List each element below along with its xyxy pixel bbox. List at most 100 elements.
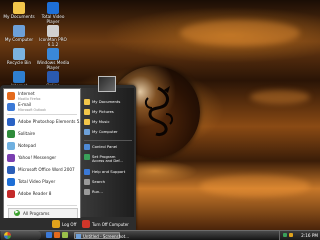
start-menu-recent-item[interactable]: Microsoft Office Word 2007 bbox=[6, 165, 78, 175]
start-menu-footer: Log Off Turn Off Computer bbox=[0, 218, 136, 230]
cloud bbox=[200, 175, 310, 197]
start-menu-separator bbox=[7, 205, 77, 206]
run-icon bbox=[84, 189, 90, 195]
video-player-icon bbox=[47, 2, 59, 14]
word-icon bbox=[7, 166, 15, 174]
desktop-icon-label: Player bbox=[46, 18, 60, 24]
pinned-item-sublabel: Mozilla Firefox bbox=[18, 96, 41, 101]
online-services-icon bbox=[47, 71, 59, 83]
start-menu-right-pane: My Documents My Pictures My Music My Com… bbox=[81, 88, 134, 217]
right-item-label: Run... bbox=[92, 189, 103, 194]
folder-icon bbox=[84, 109, 90, 115]
recent-item-label: Solitaire bbox=[18, 131, 36, 136]
yahoo-messenger-icon bbox=[7, 154, 15, 162]
desktop-icon-my-computer[interactable]: My Computer bbox=[2, 25, 36, 43]
right-item-my-pictures[interactable]: My Pictures bbox=[83, 108, 133, 117]
desktop-icon-my-documents[interactable]: My Documents bbox=[2, 2, 36, 20]
taskbar: Untitled - Screenshot... 2:16 PM bbox=[0, 230, 320, 240]
start-menu-left-pane: Internet Mozilla Firefox E-mail Microsof… bbox=[3, 88, 83, 219]
internet-explorer-icon bbox=[13, 71, 25, 83]
desktop-icon-label: Recycle Bin bbox=[6, 60, 32, 65]
media-player-icon bbox=[47, 48, 59, 60]
desktop-icon-total-video-player[interactable]: Total Video Player bbox=[36, 2, 70, 25]
all-programs-label: All Programs bbox=[23, 211, 50, 216]
desktop-icon-label: 6.1.2 bbox=[47, 41, 59, 47]
recent-item-label: Notepad bbox=[18, 143, 36, 148]
desktop-icon-label: My Documents bbox=[3, 14, 35, 19]
right-item-label: My Music bbox=[92, 119, 110, 124]
desktop-icon-label: My Computer bbox=[4, 37, 34, 42]
right-item-label: My Documents bbox=[92, 99, 121, 104]
help-icon bbox=[84, 169, 90, 175]
right-item-run[interactable]: Run... bbox=[83, 188, 133, 197]
start-menu-pinned-email[interactable]: E-mail Microsoft Outlook bbox=[6, 102, 78, 112]
cloud bbox=[250, 90, 310, 104]
quick-launch-ie-icon[interactable] bbox=[46, 232, 52, 238]
start-menu-pinned-internet[interactable]: Internet Mozilla Firefox bbox=[6, 91, 78, 101]
start-menu-recent-item[interactable]: Adobe Photoshop Elements 5.0 bbox=[6, 117, 83, 127]
window-icon bbox=[76, 233, 81, 239]
notepad-icon bbox=[7, 142, 15, 150]
log-off-icon bbox=[52, 220, 60, 228]
start-button[interactable] bbox=[1, 231, 41, 240]
iconman-icon bbox=[47, 25, 59, 37]
tray-volume-icon[interactable] bbox=[289, 233, 293, 237]
start-menu-recent-item[interactable]: Notepad bbox=[6, 141, 78, 151]
photoshop-elements-icon bbox=[7, 118, 15, 126]
folder-icon bbox=[13, 2, 25, 14]
right-item-my-computer[interactable]: My Computer bbox=[83, 128, 133, 137]
desktop-icon-recycle-bin[interactable]: Recycle Bin bbox=[2, 48, 36, 66]
right-item-label: My Computer bbox=[92, 129, 118, 134]
log-off-label: Log Off bbox=[62, 222, 77, 227]
video-player-icon bbox=[7, 178, 15, 186]
taskbar-window-label: Untitled - Screenshot... bbox=[83, 233, 130, 239]
desktop-icon-iconman[interactable]: IconMan PRO 6.1.2 bbox=[36, 25, 70, 48]
turn-off-label: Turn Off Computer bbox=[92, 222, 129, 227]
recent-item-label: Total Video Player bbox=[18, 179, 56, 184]
right-item-set-program-access[interactable]: Set Program Access and Def... bbox=[83, 153, 133, 165]
desktop-icon-label: Player bbox=[46, 64, 60, 70]
quick-launch-firefox-icon[interactable] bbox=[54, 232, 60, 238]
clock[interactable]: 2:16 PM bbox=[301, 233, 318, 238]
pinned-item-sublabel: Microsoft Outlook bbox=[18, 107, 46, 112]
dragon-icon bbox=[144, 86, 174, 136]
recycle-bin-icon bbox=[13, 48, 25, 60]
right-item-help-and-support[interactable]: Help and Support bbox=[83, 168, 133, 177]
search-icon bbox=[84, 179, 90, 185]
log-off-button[interactable]: Log Off bbox=[52, 220, 78, 228]
adobe-reader-icon bbox=[7, 190, 15, 198]
computer-icon bbox=[13, 25, 25, 37]
tray-network-icon[interactable] bbox=[283, 233, 287, 237]
quick-launch-desktop-icon[interactable] bbox=[62, 232, 68, 238]
start-menu-recent-item[interactable]: Adobe Reader 8 bbox=[6, 189, 78, 199]
right-item-control-panel[interactable]: Control Panel bbox=[83, 143, 133, 152]
start-menu: Internet Mozilla Firefox E-mail Microsof… bbox=[0, 85, 136, 230]
user-avatar[interactable] bbox=[98, 76, 116, 92]
recent-item-label: Adobe Photoshop Elements 5.0 bbox=[18, 119, 84, 124]
solitaire-icon bbox=[7, 130, 15, 138]
taskbar-window-button[interactable]: Untitled - Screenshot... bbox=[74, 232, 129, 239]
recent-item-label: Adobe Reader 8 bbox=[18, 191, 52, 196]
power-icon bbox=[82, 220, 90, 228]
start-menu-separator bbox=[84, 140, 132, 141]
folder-icon bbox=[84, 99, 90, 105]
recent-item-label: Microsoft Office Word 2007 bbox=[18, 167, 75, 172]
right-item-label: Search bbox=[92, 179, 106, 184]
start-menu-recent-item[interactable]: Yahoo! Messenger bbox=[6, 153, 78, 163]
right-item-label-line2: Access and Def... bbox=[92, 158, 123, 163]
windows-logo-icon bbox=[4, 232, 11, 239]
right-item-label: Control Panel bbox=[92, 144, 118, 149]
desktop-icon-windows-media-player[interactable]: Windows Media Player bbox=[36, 48, 70, 71]
right-item-my-music[interactable]: My Music bbox=[83, 118, 133, 127]
right-item-search[interactable]: Search bbox=[83, 178, 133, 187]
turn-off-button[interactable]: Turn Off Computer bbox=[82, 220, 134, 228]
right-item-my-documents[interactable]: My Documents bbox=[83, 98, 133, 107]
outlook-icon bbox=[7, 103, 15, 111]
set-program-access-icon bbox=[84, 154, 90, 160]
computer-icon bbox=[84, 129, 90, 135]
start-menu-recent-item[interactable]: Total Video Player bbox=[6, 177, 78, 187]
control-panel-icon bbox=[84, 144, 90, 150]
arrow-right-icon: ▶ bbox=[14, 210, 20, 216]
start-menu-recent-item[interactable]: Solitaire bbox=[6, 129, 78, 139]
folder-icon bbox=[84, 119, 90, 125]
